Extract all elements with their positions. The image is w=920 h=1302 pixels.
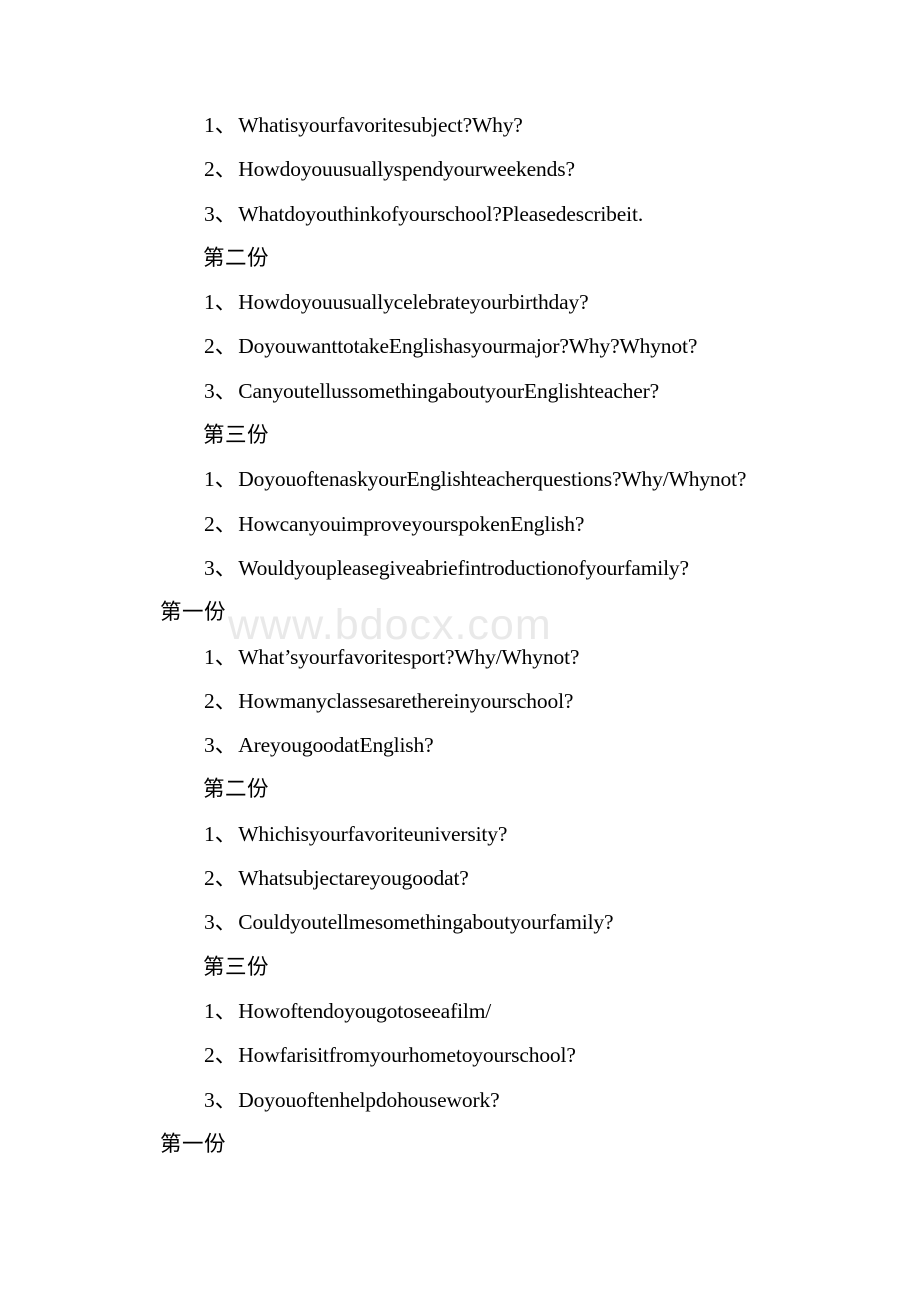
section-heading-text: 第三份	[203, 423, 270, 448]
question-number: 1	[204, 821, 215, 846]
question-line: 3、Whatdoyouthinkofyourschool?Pleasedescr…	[0, 192, 920, 236]
enumeration-mark-icon: 、	[214, 290, 237, 315]
question-text: CanyoutellussomethingaboutyourEnglishtea…	[238, 378, 660, 403]
section-heading-text: 第二份	[203, 245, 270, 270]
question-number: 3	[204, 910, 215, 935]
question-line: 3、Couldyoutellmesomethingaboutyourfamily…	[0, 900, 920, 944]
question-text: Whatsubjectareyougoodat?	[238, 866, 469, 891]
enumeration-mark-icon: 、	[214, 998, 237, 1023]
section-heading: 第三份	[0, 413, 920, 457]
section-heading: 第一份	[0, 1122, 920, 1166]
question-text: Wouldyoupleasegiveabriefintroductionofyo…	[238, 555, 689, 580]
question-line: 1、DoyouoftenaskyourEnglishteacherquestio…	[0, 457, 920, 501]
question-number: 2	[204, 866, 215, 891]
enumeration-mark-icon: 、	[214, 688, 237, 713]
question-text: AreyougoodatEnglish?	[238, 733, 434, 758]
section-heading-text: 第三份	[203, 954, 270, 979]
question-line: 1、Whatisyourfavoritesubject?Why?	[0, 103, 920, 147]
enumeration-mark-icon: 、	[214, 1043, 237, 1068]
enumeration-mark-icon: 、	[214, 334, 237, 359]
question-line: 1、Howoftendoyougotoseeafilm/	[0, 989, 920, 1033]
enumeration-mark-icon: 、	[214, 821, 237, 846]
question-number: 1	[204, 290, 215, 315]
question-line: 2、HowcanyouimproveyourspokenEnglish?	[0, 502, 920, 546]
enumeration-mark-icon: 、	[214, 467, 237, 492]
question-number: 3	[204, 733, 215, 758]
document-text-body: 1、Whatisyourfavoritesubject?Why? 2、Howdoy…	[0, 0, 920, 1166]
section-heading: 第三份	[0, 945, 920, 989]
document-page: www.bdocx.com 1、Whatisyourfavoritesubjec…	[0, 0, 920, 1302]
question-text: Howdoyouusuallycelebrateyourbirthday?	[238, 290, 589, 315]
enumeration-mark-icon: 、	[214, 555, 237, 580]
question-line: 3、Wouldyoupleasegiveabriefintroductionof…	[0, 546, 920, 590]
question-number: 1	[204, 644, 215, 669]
question-number: 1	[204, 113, 215, 137]
enumeration-mark-icon: 、	[214, 866, 237, 891]
question-line: 3、Doyouoftenhelpdohousework?	[0, 1078, 920, 1122]
question-line: 2、Whatsubjectareyougoodat?	[0, 856, 920, 900]
section-heading-text: 第二份	[203, 777, 270, 802]
enumeration-mark-icon: 、	[214, 201, 237, 226]
enumeration-mark-icon: 、	[214, 644, 237, 669]
enumeration-mark-icon: 、	[214, 157, 237, 182]
question-number: 1	[204, 467, 215, 492]
question-line: 3、CanyoutellussomethingaboutyourEnglisht…	[0, 369, 920, 413]
question-text: Howoftendoyougotoseeafilm/	[238, 998, 492, 1023]
question-number: 1	[204, 998, 215, 1023]
question-text: Whichisyourfavoriteuniversity?	[238, 821, 508, 846]
question-line: 1、Whichisyourfavoriteuniversity?	[0, 812, 920, 856]
section-heading-text: 第一份	[160, 1131, 227, 1156]
question-number: 3	[204, 555, 215, 580]
question-number: 2	[204, 511, 215, 536]
question-number: 2	[204, 334, 215, 359]
enumeration-mark-icon: 、	[214, 511, 237, 536]
question-text: DoyouoftenaskyourEnglishteacherquestions…	[238, 467, 747, 492]
question-text: Howfarisitfromyourhometoyourschool?	[238, 1043, 576, 1068]
question-text: HowcanyouimproveyourspokenEnglish?	[238, 511, 585, 536]
question-number: 2	[204, 688, 215, 713]
question-number: 3	[204, 201, 215, 226]
question-text: Howmanyclassesarethereinyourschool?	[238, 688, 574, 713]
question-text: DoyouwanttotakeEnglishasyourmajor?Why?Wh…	[238, 334, 698, 359]
question-text: Doyouoftenhelpdohousework?	[238, 1087, 500, 1112]
question-number: 2	[204, 157, 215, 182]
enumeration-mark-icon: 、	[214, 378, 237, 403]
question-text: Howdoyouusuallyspendyourweekends?	[238, 157, 575, 182]
section-heading: 第二份	[0, 236, 920, 280]
question-line: 2、DoyouwanttotakeEnglishasyourmajor?Why?…	[0, 324, 920, 368]
question-number: 3	[204, 378, 215, 403]
question-number: 3	[204, 1087, 215, 1112]
question-number: 2	[204, 1043, 215, 1068]
question-text: Whatisyourfavoritesubject?Why?	[238, 113, 523, 137]
question-text: Couldyoutellmesomethingaboutyourfamily?	[238, 910, 614, 935]
question-line: 2、Howdoyouusuallyspendyourweekends?	[0, 147, 920, 191]
question-line: 2、Howmanyclassesarethereinyourschool?	[0, 679, 920, 723]
question-text: What’syourfavoritesport?Why/Whynot?	[238, 644, 580, 669]
question-text: Whatdoyouthinkofyourschool?Pleasedescrib…	[238, 201, 644, 226]
enumeration-mark-icon: 、	[214, 733, 237, 758]
section-heading-text: 第一份	[160, 600, 227, 625]
question-line: 3、AreyougoodatEnglish?	[0, 723, 920, 767]
enumeration-mark-icon: 、	[214, 1087, 237, 1112]
enumeration-mark-icon: 、	[214, 910, 237, 935]
section-heading: 第一份	[0, 590, 920, 634]
question-line: 1、What’syourfavoritesport?Why/Whynot?	[0, 635, 920, 679]
question-line: 1、Howdoyouusuallycelebrateyourbirthday?	[0, 280, 920, 324]
question-line: 2、Howfarisitfromyourhometoyourschool?	[0, 1033, 920, 1077]
section-heading: 第二份	[0, 767, 920, 811]
enumeration-mark-icon: 、	[214, 113, 237, 137]
